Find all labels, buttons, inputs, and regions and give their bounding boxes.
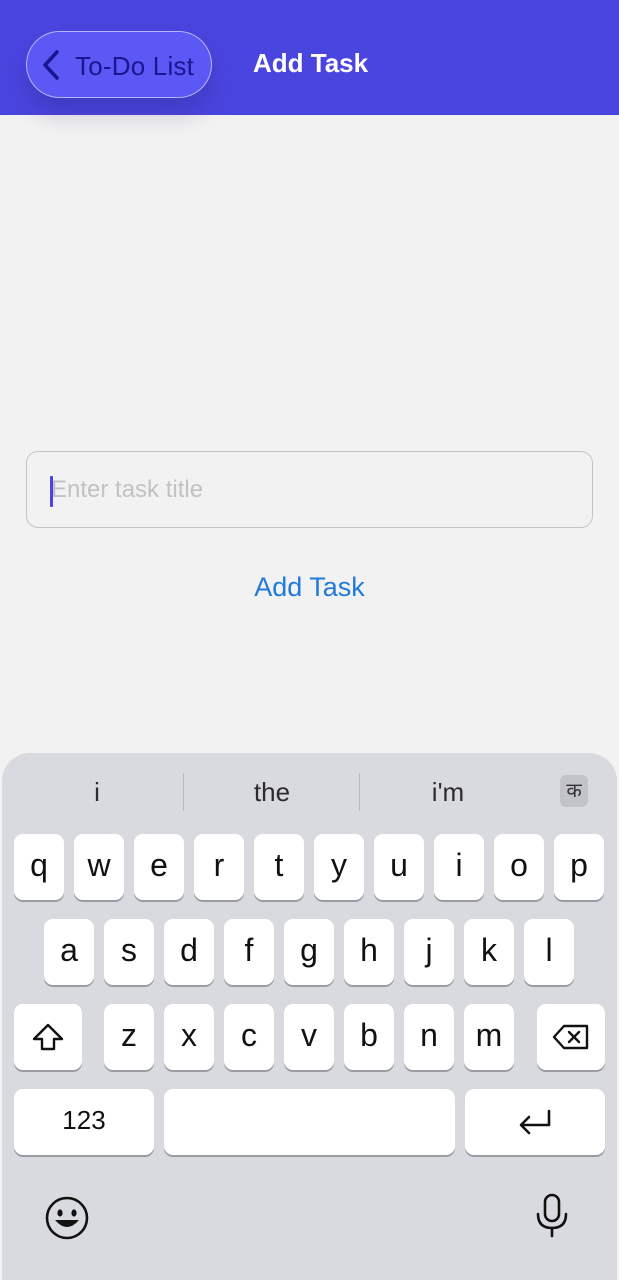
key-u[interactable]: u xyxy=(374,834,424,900)
key-d[interactable]: d xyxy=(164,919,214,985)
key-l[interactable]: l xyxy=(524,919,574,985)
key-o[interactable]: o xyxy=(494,834,544,900)
chevron-left-icon xyxy=(43,50,59,80)
numbers-key[interactable]: 123 xyxy=(14,1089,154,1155)
key-c[interactable]: c xyxy=(224,1004,274,1070)
on-screen-keyboard: i the i'm क q w e r t y u i o p a s d f … xyxy=(2,753,617,1280)
page-title: Add Task xyxy=(253,48,369,78)
text-cursor xyxy=(50,476,53,507)
key-k[interactable]: k xyxy=(464,919,514,985)
backspace-icon xyxy=(552,1024,589,1050)
key-t[interactable]: t xyxy=(254,834,304,900)
return-icon xyxy=(519,1109,551,1135)
suggestion-1[interactable]: i xyxy=(72,777,122,808)
key-w[interactable]: w xyxy=(74,834,124,900)
key-i[interactable]: i xyxy=(434,834,484,900)
key-e[interactable]: e xyxy=(134,834,184,900)
shift-icon xyxy=(32,1023,64,1051)
language-switch-icon[interactable]: क xyxy=(560,775,588,807)
suggestion-3[interactable]: i'm xyxy=(408,777,488,808)
space-key[interactable] xyxy=(164,1089,455,1155)
microphone-icon[interactable] xyxy=(534,1193,570,1239)
add-task-button[interactable]: Add Task xyxy=(0,572,619,603)
key-a[interactable]: a xyxy=(44,919,94,985)
key-b[interactable]: b xyxy=(344,1004,394,1070)
back-button[interactable]: To-Do List xyxy=(26,31,212,98)
key-x[interactable]: x xyxy=(164,1004,214,1070)
key-r[interactable]: r xyxy=(194,834,244,900)
key-s[interactable]: s xyxy=(104,919,154,985)
shift-key[interactable] xyxy=(14,1004,82,1070)
key-n[interactable]: n xyxy=(404,1004,454,1070)
suggestion-divider xyxy=(359,773,360,811)
key-p[interactable]: p xyxy=(554,834,604,900)
task-title-input[interactable] xyxy=(27,452,592,527)
key-q[interactable]: q xyxy=(14,834,64,900)
suggestion-2[interactable]: the xyxy=(232,777,312,808)
key-y[interactable]: y xyxy=(314,834,364,900)
key-h[interactable]: h xyxy=(344,919,394,985)
suggestion-divider xyxy=(183,773,184,811)
nav-header: To-Do List Add Task xyxy=(0,0,619,115)
task-title-field[interactable] xyxy=(26,451,593,528)
backspace-key[interactable] xyxy=(537,1004,605,1070)
key-v[interactable]: v xyxy=(284,1004,334,1070)
key-g[interactable]: g xyxy=(284,919,334,985)
return-key[interactable] xyxy=(465,1089,605,1155)
key-z[interactable]: z xyxy=(104,1004,154,1070)
key-f[interactable]: f xyxy=(224,919,274,985)
key-j[interactable]: j xyxy=(404,919,454,985)
emoji-icon[interactable] xyxy=(44,1195,90,1241)
key-m[interactable]: m xyxy=(464,1004,514,1070)
back-button-label: To-Do List xyxy=(75,51,195,81)
